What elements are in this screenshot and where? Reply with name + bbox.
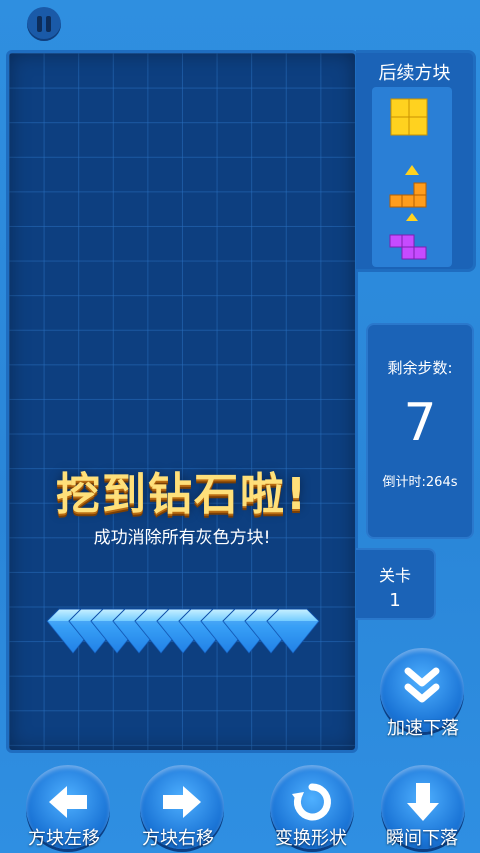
steps-panel: 剩余步数: 7 倒计时:264s bbox=[366, 323, 474, 539]
pause-button[interactable] bbox=[27, 7, 61, 41]
move-right-label: 方块右移 bbox=[142, 828, 214, 849]
next-block-z-icon bbox=[389, 234, 427, 260]
speed-down-label: 加速下落 bbox=[387, 718, 459, 739]
next-blocks-panel: 后续方块 bbox=[356, 50, 476, 272]
arrow-right-icon bbox=[163, 785, 201, 818]
level-panel: 关卡 1 bbox=[356, 548, 436, 620]
steps-value: 7 bbox=[403, 393, 437, 453]
pause-icon bbox=[37, 16, 42, 32]
next-blocks-preview bbox=[372, 87, 452, 267]
arrow-up-icon bbox=[406, 213, 418, 221]
move-left-label: 方块左移 bbox=[28, 828, 100, 849]
game-board: 挖到钻石啦! 成功消除所有灰色方块! bbox=[6, 50, 358, 753]
rotate-label: 变换形状 bbox=[275, 828, 347, 849]
next-blocks-title: 后续方块 bbox=[378, 63, 451, 84]
rotate-icon bbox=[292, 783, 331, 821]
level-value: 1 bbox=[389, 590, 401, 611]
diamond-row bbox=[46, 608, 320, 654]
hard-drop-label: 瞬间下落 bbox=[386, 828, 458, 849]
banner-subtitle: 成功消除所有灰色方块! bbox=[93, 528, 271, 548]
countdown-timer: 倒计时:264s bbox=[382, 475, 458, 490]
double-chevron-down-icon bbox=[404, 667, 440, 703]
steps-label: 剩余步数: bbox=[387, 359, 453, 377]
next-block-l-icon bbox=[389, 182, 427, 208]
banner-title: 挖到钻石啦! bbox=[55, 469, 309, 520]
arrow-down-icon bbox=[407, 782, 439, 821]
arrow-left-icon bbox=[49, 785, 87, 818]
level-label: 关卡 bbox=[378, 566, 411, 585]
next-block-o-icon bbox=[390, 98, 428, 136]
next-blocks-icons bbox=[389, 98, 428, 260]
arrow-up-icon bbox=[405, 165, 419, 175]
